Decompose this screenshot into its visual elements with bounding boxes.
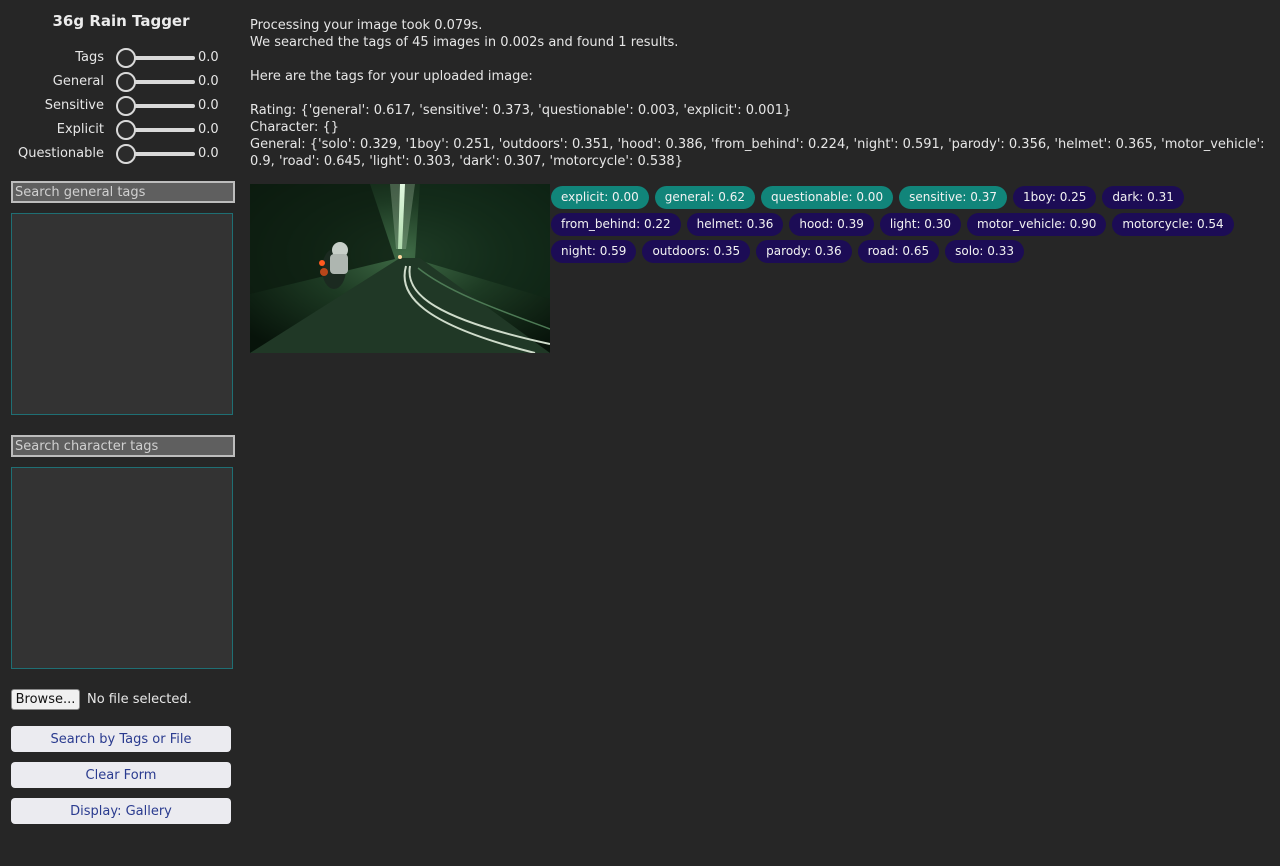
file-status: No file selected.: [87, 692, 192, 707]
tag-chip[interactable]: explicit: 0.00: [551, 186, 649, 209]
search-button[interactable]: Search by Tags or File: [11, 726, 231, 752]
slider-label: Questionable: [18, 146, 104, 161]
slider-general: General 0.0: [0, 70, 243, 94]
tag-chip[interactable]: road: 0.65: [857, 240, 940, 263]
tag-chip[interactable]: general: 0.62: [654, 186, 755, 209]
tag-chip[interactable]: motor_vehicle: 0.90: [967, 213, 1107, 236]
tag-chip[interactable]: sensitive: 0.37: [899, 186, 1008, 209]
slider-value: 0.0: [198, 146, 219, 161]
clear-form-button[interactable]: Clear Form: [11, 762, 231, 788]
slider-explicit: Explicit 0.0: [0, 118, 243, 142]
search-summary-text: We searched the tags of 45 images in 0.0…: [250, 35, 679, 50]
tag-chip[interactable]: questionable: 0.00: [760, 186, 894, 209]
tag-chip[interactable]: from_behind: 0.22: [551, 213, 681, 236]
slider-handle[interactable]: [116, 96, 136, 116]
general-tags-list[interactable]: [11, 213, 233, 415]
slider-label: Explicit: [56, 122, 104, 137]
tag-chip[interactable]: parody: 0.36: [756, 240, 852, 263]
rating-scores-text: Rating: {'general': 0.617, 'sensitive': …: [250, 103, 792, 118]
slider-sensitive: Sensitive 0.0: [0, 94, 243, 118]
slider-handle[interactable]: [116, 48, 136, 68]
slider-value: 0.0: [198, 122, 219, 137]
tag-chip[interactable]: hood: 0.39: [789, 213, 874, 236]
slider-tags: Tags 0.0: [0, 46, 243, 70]
tag-chip[interactable]: outdoors: 0.35: [642, 240, 751, 263]
search-general-tags-input[interactable]: [11, 181, 235, 203]
results-panel: Processing your image took 0.079s. We se…: [250, 17, 1280, 170]
browse-file-button[interactable]: Browse...: [11, 689, 80, 710]
slider-label: Tags: [75, 50, 104, 65]
result-image-thumbnail[interactable]: [250, 184, 550, 353]
slider-value: 0.0: [198, 74, 219, 89]
tag-chip[interactable]: helmet: 0.36: [686, 213, 784, 236]
general-scores-text: General: {'solo': 0.329, '1boy': 0.251, …: [250, 137, 1265, 169]
tag-chip[interactable]: dark: 0.31: [1102, 186, 1184, 209]
sidebar: 36g Rain Tagger Tags 0.0 General 0.0 Sen…: [0, 0, 243, 866]
slider-handle[interactable]: [116, 144, 136, 164]
tag-chip[interactable]: solo: 0.33: [945, 240, 1024, 263]
display-mode-button[interactable]: Display: Gallery: [11, 798, 231, 824]
processing-time-text: Processing your image took 0.079s.: [250, 18, 483, 33]
tag-chips-area: explicit: 0.00 general: 0.62 questionable:…: [551, 186, 1266, 263]
tag-chip[interactable]: 1boy: 0.25: [1013, 186, 1097, 209]
slider-questionable: Questionable 0.0: [0, 142, 243, 166]
tag-chip[interactable]: light: 0.30: [879, 213, 962, 236]
slider-value: 0.0: [198, 98, 219, 113]
character-scores-text: Character: {}: [250, 120, 340, 135]
tags-heading: Here are the tags for your uploaded imag…: [250, 69, 533, 84]
character-tags-list[interactable]: [11, 467, 233, 669]
tag-chip[interactable]: night: 0.59: [551, 240, 637, 263]
slider-handle[interactable]: [116, 72, 136, 92]
slider-label: Sensitive: [44, 98, 104, 113]
search-character-tags-input[interactable]: [11, 435, 235, 457]
app-title: 36g Rain Tagger: [52, 12, 190, 30]
tag-chip[interactable]: motorcycle: 0.54: [1112, 213, 1234, 236]
slider-label: General: [52, 74, 104, 89]
slider-value: 0.0: [198, 50, 219, 65]
slider-handle[interactable]: [116, 120, 136, 140]
